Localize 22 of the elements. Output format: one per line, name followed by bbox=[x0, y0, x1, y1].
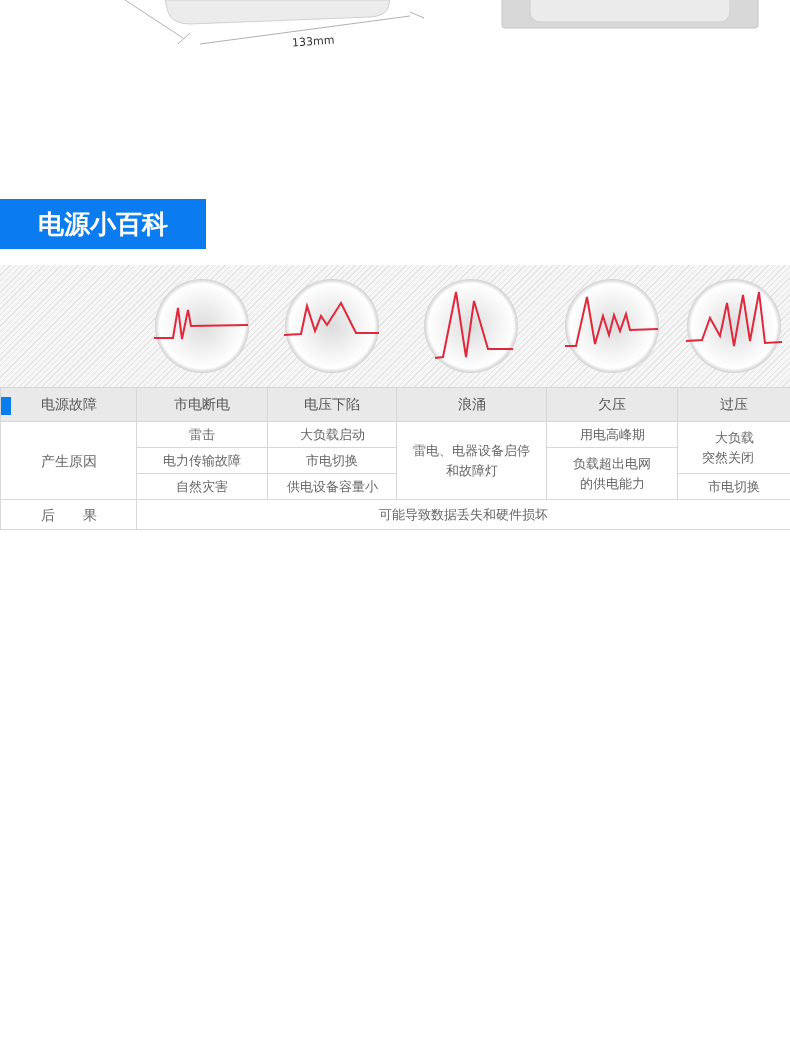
table-header: 过压 bbox=[677, 387, 790, 422]
table-header: 市电断电 bbox=[136, 387, 268, 422]
table-cell: 大负载启动 bbox=[267, 421, 397, 448]
table-cell: 自然灾害 bbox=[136, 473, 268, 500]
waveform-icon bbox=[283, 278, 380, 374]
table-header: 浪涌 bbox=[396, 387, 547, 422]
table-header: 电压下陷 bbox=[267, 387, 397, 422]
waveform-icon bbox=[153, 278, 250, 374]
table-header: 电源故障 bbox=[0, 387, 137, 422]
table-cell: 雷电、电器设备启停和故障灯 bbox=[396, 421, 547, 500]
table-cell: 电力传输故障 bbox=[136, 447, 268, 474]
marker-icon bbox=[1, 397, 11, 415]
waveform-icon bbox=[423, 278, 519, 374]
table-cell: 雷击 bbox=[136, 421, 268, 448]
banner-title: 电源小百科 bbox=[38, 207, 168, 241]
dimension-label: 133mm bbox=[291, 32, 335, 52]
table-cell: 用电高峰期 bbox=[546, 421, 678, 448]
table-header: 欠压 bbox=[546, 387, 678, 422]
table-cell: 产生原因 bbox=[0, 421, 137, 500]
waveform-icon bbox=[685, 278, 782, 374]
waveform-icon bbox=[563, 278, 660, 374]
table-cell: 后 果 bbox=[0, 499, 137, 530]
